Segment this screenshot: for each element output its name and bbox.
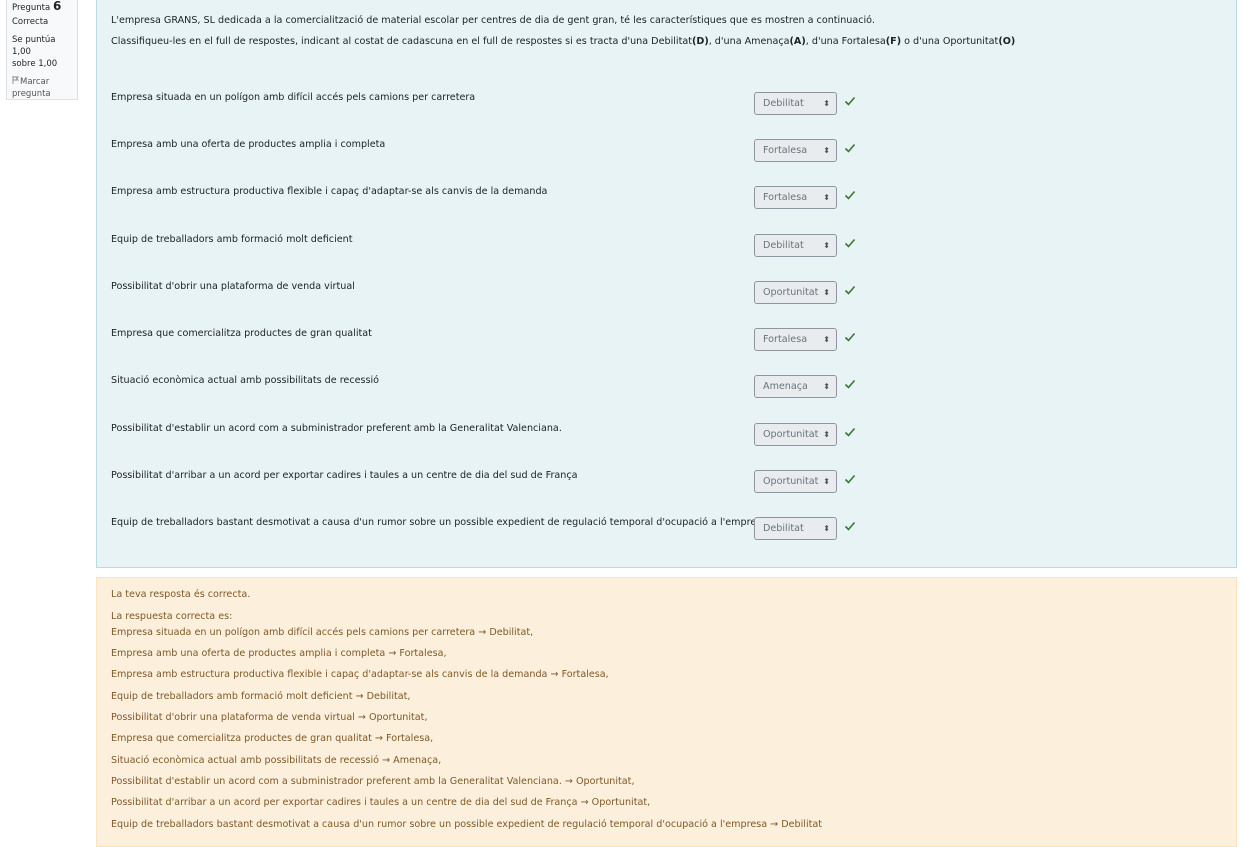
select-value: Fortalesa — [763, 334, 808, 345]
select-value: Amenaça — [763, 381, 808, 392]
match-row: Empresa amb estructura productiva flexib… — [111, 186, 1221, 212]
match-item-text: Empresa amb una oferta de productes ampl… — [111, 139, 386, 150]
flag-icon — [12, 76, 20, 88]
select-arrows-icon: ⬍ — [823, 146, 830, 155]
check-icon — [844, 285, 856, 295]
feedback-answer-line: Empresa amb una oferta de productes ampl… — [111, 648, 447, 659]
instr-bold: (F) — [885, 36, 902, 47]
select-arrows-icon: ⬍ — [823, 193, 830, 202]
question-state: Correcta — [12, 17, 49, 27]
feedback-answer-line: Equip de treballadors bastant desmotivat… — [111, 819, 823, 830]
select-value: Oportunitat — [763, 476, 819, 487]
match-row: Empresa amb una oferta de productes ampl… — [111, 139, 1221, 165]
question-text: L'empresa GRANS, SL dedicada a la comerc… — [111, 10, 1211, 52]
flag-question-link[interactable]: Marcar pregunta — [12, 76, 72, 100]
feedback-answer-line: Possibilitat d'obrir una plataforma de v… — [111, 712, 428, 723]
match-row: Equip de treballadors bastant desmotivat… — [111, 517, 1221, 543]
select-arrows-icon: ⬍ — [823, 335, 830, 344]
check-icon — [844, 332, 856, 342]
select-arrows-icon: ⬍ — [823, 477, 830, 486]
select-value: Debilitat — [763, 523, 804, 534]
match-row: Empresa situada en un polígon amb difíci… — [111, 92, 1221, 118]
feedback-answer-line: Equip de treballadors amb formació molt … — [111, 691, 411, 702]
answer-select[interactable]: Debilitat ⬍ — [754, 234, 837, 257]
instr-bold: (O) — [998, 36, 1016, 47]
check-icon — [844, 379, 856, 389]
check-icon — [844, 96, 856, 106]
grade-line-2: sobre 1,00 — [12, 59, 58, 69]
instr-part: o d'una Oportunitat — [901, 36, 999, 47]
instr-part: , d'una Fortalesa — [805, 36, 886, 47]
check-icon — [844, 427, 856, 437]
select-value: Oportunitat — [763, 429, 819, 440]
select-value: Debilitat — [763, 240, 804, 251]
select-arrows-icon: ⬍ — [823, 99, 830, 108]
answer-select[interactable]: Fortalesa ⬍ — [754, 139, 837, 162]
match-row: Possibilitat d'arribar a un acord per ex… — [111, 470, 1221, 496]
feedback-answer-line: Empresa situada en un polígon amb difíci… — [111, 627, 534, 638]
select-arrows-icon: ⬍ — [823, 382, 830, 391]
match-item-text: Empresa situada en un polígon amb difíci… — [111, 92, 476, 103]
question-instructions: Classifiqueu-les en el full de respostes… — [111, 31, 1211, 52]
feedback-right-answer-label: La respuesta correcta es: — [111, 611, 233, 622]
match-row: Equip de treballadors amb formació molt … — [111, 234, 1221, 260]
select-arrows-icon: ⬍ — [823, 241, 830, 250]
select-value: Fortalesa — [763, 192, 808, 203]
answer-select[interactable]: Oportunitat ⬍ — [754, 470, 837, 493]
instr-part: Classifiqueu-les en el full de respostes… — [111, 36, 692, 47]
match-item-text: Possibilitat d'arribar a un acord per ex… — [111, 470, 578, 481]
instr-bold: (A) — [789, 36, 806, 47]
answer-select[interactable]: Debilitat ⬍ — [754, 92, 837, 115]
grade-line-1: Se puntúa 1,00 — [12, 35, 56, 57]
answer-select[interactable]: Amenaça ⬍ — [754, 375, 837, 398]
question-number: Pregunta 6 — [12, 0, 72, 14]
match-item-text: Empresa que comercialitza productes de g… — [111, 328, 372, 339]
feedback-answer-line: Empresa amb estructura productiva flexib… — [111, 669, 609, 680]
feedback-answer-line: Possibilitat d'arribar a un acord per ex… — [111, 797, 651, 808]
match-row: Possibilitat d'obrir una plataforma de v… — [111, 281, 1221, 307]
question-number-value: 6 — [52, 0, 62, 13]
check-icon — [844, 474, 856, 484]
question-intro: L'empresa GRANS, SL dedicada a la comerc… — [111, 15, 875, 26]
question-info-panel: Pregunta 6 Correcta Se puntúa 1,00 sobre… — [6, 0, 78, 100]
match-item-text: Situació econòmica actual amb possibilit… — [111, 375, 380, 386]
question-content: L'empresa GRANS, SL dedicada a la comerc… — [96, 0, 1237, 568]
select-arrows-icon: ⬍ — [823, 430, 830, 439]
select-arrows-icon: ⬍ — [823, 524, 830, 533]
select-value: Fortalesa — [763, 145, 808, 156]
select-value: Oportunitat — [763, 287, 819, 298]
instr-bold: (D) — [691, 36, 709, 47]
answer-select[interactable]: Debilitat ⬍ — [754, 517, 837, 540]
match-row: Situació econòmica actual amb possibilit… — [111, 375, 1221, 401]
instr-part: , d'una Amenaça — [708, 36, 790, 47]
feedback-answer-line: Situació econòmica actual amb possibilit… — [111, 755, 442, 766]
question-label: Pregunta — [12, 3, 51, 13]
select-arrows-icon: ⬍ — [823, 288, 830, 297]
match-row: Possibilitat d'establir un acord com a s… — [111, 423, 1221, 449]
feedback-correct-message: La teva resposta és correcta. — [111, 589, 251, 600]
check-icon — [844, 521, 856, 531]
match-item-text: Equip de treballadors bastant desmotivat… — [111, 517, 768, 528]
select-value: Debilitat — [763, 98, 804, 109]
match-item-text: Equip de treballadors amb formació molt … — [111, 234, 353, 245]
answer-select[interactable]: Oportunitat ⬍ — [754, 281, 837, 304]
match-item-text: Possibilitat d'establir un acord com a s… — [111, 423, 562, 434]
check-icon — [844, 190, 856, 200]
match-row: Empresa que comercialitza productes de g… — [111, 328, 1221, 354]
feedback-answer-line: Possibilitat d'establir un acord com a s… — [111, 776, 635, 787]
check-icon — [844, 143, 856, 153]
match-item-text: Possibilitat d'obrir una plataforma de v… — [111, 281, 355, 292]
flag-label-1: Marcar — [20, 77, 50, 87]
answer-select[interactable]: Fortalesa ⬍ — [754, 186, 837, 209]
check-icon — [844, 238, 856, 248]
feedback-answer-line: Empresa que comercialitza productes de g… — [111, 733, 434, 744]
feedback-panel: La teva resposta és correcta. La respues… — [96, 577, 1237, 847]
answer-select[interactable]: Oportunitat ⬍ — [754, 423, 837, 446]
question-grade: Se puntúa 1,00 sobre 1,00 — [12, 34, 72, 70]
flag-label-2: pregunta — [12, 89, 51, 99]
match-item-text: Empresa amb estructura productiva flexib… — [111, 186, 548, 197]
answer-select[interactable]: Fortalesa ⬍ — [754, 328, 837, 351]
